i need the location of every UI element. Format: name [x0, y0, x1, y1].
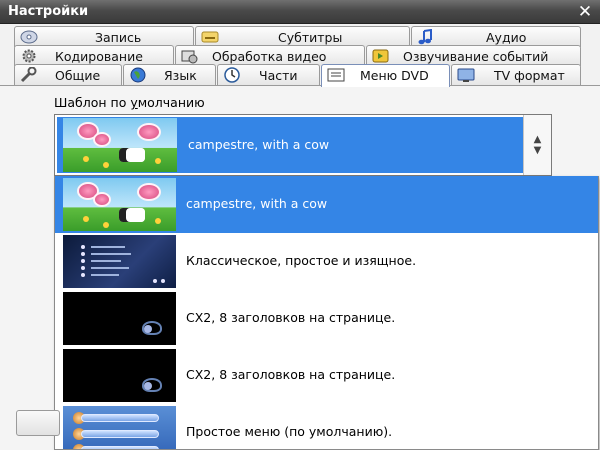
tab-label: Обработка видео — [212, 49, 327, 64]
tab-label: Части — [259, 68, 298, 83]
template-dropdown-list: campestre, with a cow Классическое, прос… — [54, 176, 599, 450]
tab-label: Язык — [164, 68, 197, 83]
dvd-menu-icon — [327, 68, 345, 82]
list-item-label: CX2, 8 заголовков на странице. — [186, 310, 396, 325]
template-thumbnail-cx2 — [63, 349, 176, 402]
list-item-label: Простое меню (по умолчанию). — [186, 424, 393, 439]
close-button[interactable]: ✕ — [574, 2, 596, 22]
tab-encoding[interactable]: Кодирование — [14, 45, 174, 66]
tab-label: Озвучивание событий — [403, 49, 549, 64]
tab-general[interactable]: Общие — [14, 64, 122, 85]
list-item[interactable]: campestre, with a cow — [55, 176, 598, 233]
tv-icon — [457, 68, 475, 82]
tab-label: TV формат — [494, 68, 565, 83]
tab-chapters[interactable]: Части — [217, 64, 320, 85]
video-processing-icon — [181, 50, 198, 64]
globe-icon — [130, 67, 146, 83]
tab-record[interactable]: Запись — [14, 26, 194, 47]
disc-icon — [20, 30, 38, 44]
label-part: Шаблон по — [54, 95, 131, 110]
template-thumbnail-campestre — [63, 178, 176, 231]
list-item[interactable]: CX2, 8 заголовков на странице. — [55, 347, 598, 404]
tab-video-processing[interactable]: Обработка видео — [175, 45, 365, 66]
template-thumbnail-campestre — [63, 118, 177, 172]
template-thumbnail-classic — [63, 235, 176, 288]
default-template-label: Шаблон по умолчанию — [54, 95, 205, 110]
tab-label: Общие — [55, 68, 101, 83]
tab-subtitles[interactable]: Субтитры — [195, 26, 410, 47]
list-item-label: campestre, with a cow — [186, 196, 328, 211]
tab-label: Кодирование — [55, 49, 143, 64]
list-item-label: CX2, 8 заголовков на странице. — [186, 367, 396, 382]
combobox-selected-item[interactable]: campestre, with a cow — [57, 117, 523, 173]
tab-row-2: Кодирование Обработка видео Озвучивание … — [0, 45, 600, 66]
tab-row-1: Запись Субтитры Аудио — [0, 26, 600, 47]
template-thumbnail-cx2 — [63, 292, 176, 345]
music-note-icon — [418, 29, 432, 45]
tab-tv-format[interactable]: TV формат — [451, 64, 581, 85]
list-item[interactable]: Простое меню (по умолчанию). — [55, 404, 598, 449]
combobox-arrow-icon[interactable]: ▲ ▼ — [523, 115, 551, 175]
list-item-label: Классическое, простое и изящное. — [186, 253, 417, 268]
combobox-selected-label: campestre, with a cow — [188, 137, 330, 152]
label-part: молчанию — [137, 95, 205, 110]
tab-audio[interactable]: Аудио — [411, 26, 581, 47]
tools-icon — [20, 67, 37, 83]
tab-label: Аудио — [486, 30, 527, 45]
dialog-button-partial[interactable] — [16, 410, 60, 436]
subtitles-icon — [201, 31, 219, 43]
label-mnemonic: у — [130, 95, 138, 110]
template-combobox[interactable]: campestre, with a cow ▲ ▼ — [54, 114, 552, 176]
event-sound-icon — [372, 49, 389, 63]
tab-event-sounds[interactable]: Озвучивание событий — [366, 45, 581, 66]
tab-label: Запись — [95, 30, 142, 45]
gear-icon — [22, 49, 36, 63]
clock-icon — [224, 67, 240, 83]
tab-language[interactable]: Язык — [123, 64, 216, 85]
list-item[interactable]: CX2, 8 заголовков на странице. — [55, 290, 598, 347]
window-title: Настройки — [8, 4, 89, 19]
template-thumbnail-simple — [63, 406, 176, 449]
title-bar: Настройки ✕ — [0, 0, 600, 24]
list-item[interactable]: Классическое, простое и изящное. — [55, 233, 598, 290]
tab-row-3: Общие Язык Части Меню DVD TV формат — [0, 64, 600, 87]
tab-label: Меню DVD — [360, 68, 429, 83]
tab-label: Субтитры — [278, 30, 343, 45]
tab-dvd-menu[interactable]: Меню DVD — [321, 64, 450, 87]
